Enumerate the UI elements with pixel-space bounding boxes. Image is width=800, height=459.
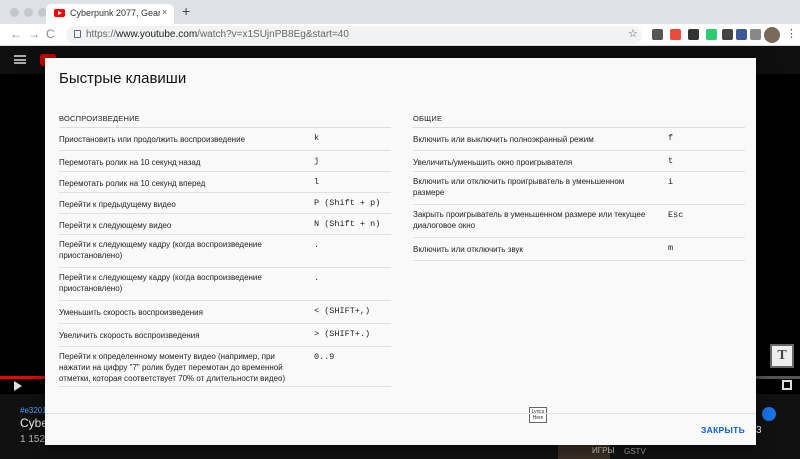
- extension-grey-icon[interactable]: [750, 29, 761, 40]
- shortcut-description: Закрыть проигрыватель в уменьшенном разм…: [413, 210, 646, 230]
- extension-lyrics-icon[interactable]: [736, 29, 747, 40]
- forward-button[interactable]: →: [28, 27, 40, 41]
- playback-column: Воспроизведение Приостановить или продол…: [59, 110, 391, 387]
- tab-close-icon[interactable]: ×: [162, 7, 167, 17]
- shortcut-key: Esc: [668, 210, 684, 220]
- shortcut-key: P (Shift + p): [314, 198, 381, 208]
- shortcut-key: .: [314, 240, 320, 250]
- shortcut-description: Перейти к предыдущему видео: [59, 200, 176, 209]
- browser-tab[interactable]: Cyberpunk 2077, Gears 5, Вер ×: [46, 4, 174, 24]
- hamburger-menu-icon[interactable]: [14, 55, 26, 64]
- fullscreen-icon[interactable]: [782, 380, 792, 390]
- video-views: 1 152: [20, 434, 46, 445]
- lyrics-here-badge[interactable]: Lyrics Here: [529, 407, 547, 423]
- notification-dot[interactable]: [762, 407, 776, 421]
- window-minimize-dot[interactable]: [24, 8, 33, 17]
- shortcut-row: Увеличить скорость воспроизведения > (SHI…: [59, 324, 391, 347]
- dialog-title: Быстрые клавиши: [59, 70, 187, 87]
- shortcut-description: Включить или выключить полноэкранный реж…: [413, 135, 594, 144]
- shortcut-row: Увеличить/уменьшить окно проигрывателя t: [413, 151, 745, 172]
- shortcut-description: Увеличить/уменьшить окно проигрывателя: [413, 158, 573, 167]
- shortcut-row: Перейти к предыдущему видео P (Shift + p): [59, 193, 391, 214]
- keyboard-shortcuts-dialog: Быстрые клавиши Воспроизведение Приостан…: [45, 58, 756, 445]
- browser-menu-icon[interactable]: ⋮: [786, 27, 797, 40]
- shortcut-row: Перемотать ролик на 10 секунд вперед l: [59, 172, 391, 193]
- shortcut-description: Увеличить скорость воспроизведения: [59, 331, 200, 340]
- shortcut-row: Включить или выключить полноэкранный реж…: [413, 128, 745, 151]
- video-hashtag[interactable]: #e3201: [20, 406, 47, 415]
- shortcut-key: < (SHIFT+,): [314, 306, 371, 316]
- shortcut-row: Уменьшить скорость воспроизведения < (SHI…: [59, 301, 391, 324]
- shortcut-row: Включить или отключить проигрыватель в у…: [413, 172, 745, 205]
- channel-name[interactable]: GSTV: [624, 447, 646, 456]
- extension-c-icon[interactable]: [722, 29, 733, 40]
- new-tab-button[interactable]: +: [182, 3, 190, 19]
- t-badge-icon[interactable]: T: [770, 344, 794, 368]
- window-close-dot[interactable]: [10, 8, 19, 17]
- shortcut-key: i: [668, 177, 674, 187]
- video-progress-fill: [0, 376, 48, 379]
- shortcut-key: N (Shift + n): [314, 219, 381, 229]
- shortcut-row: Перейти к следующему кадру (когда воспро…: [59, 235, 391, 268]
- thumbnail-text: ИГРЫ: [592, 446, 615, 455]
- shortcut-key: m: [668, 243, 674, 253]
- youtube-favicon-icon: [54, 9, 65, 17]
- shortcut-description: Включить или отключить звук: [413, 245, 523, 254]
- shortcut-row: Включить или отключить звук m: [413, 238, 745, 261]
- shortcut-key: k: [314, 133, 320, 143]
- tab-title: Cyberpunk 2077, Gears 5, Вер: [70, 8, 160, 18]
- shortcut-description: Перемотать ролик на 10 секунд назад: [59, 158, 201, 167]
- shortcut-description: Перейти к следующему кадру (когда воспро…: [59, 240, 262, 260]
- bookmark-star-icon[interactable]: ☆: [628, 27, 638, 40]
- extension-dark-icon[interactable]: [688, 29, 699, 40]
- browser-toolbar: ← → C https://www.youtube.com/watch?v=x1…: [0, 24, 800, 46]
- playback-header: Воспроизведение: [59, 110, 391, 128]
- shortcut-row: Приостановить или продолжить воспроизвед…: [59, 128, 391, 151]
- shortcut-row: Перемотать ролик на 10 секунд назад j: [59, 151, 391, 172]
- address-bar[interactable]: https://www.youtube.com/watch?v=x1SUjnPB…: [66, 26, 642, 44]
- shortcut-key: .: [314, 273, 320, 283]
- shortcut-description: Приостановить или продолжить воспроизвед…: [59, 135, 246, 144]
- side-number: 3: [756, 425, 762, 436]
- shortcut-key: f: [668, 133, 674, 143]
- shortcut-row: Закрыть проигрыватель в уменьшенном разм…: [413, 205, 745, 238]
- shortcut-key: j: [314, 156, 320, 166]
- shortcut-key: l: [314, 177, 320, 187]
- back-button[interactable]: ←: [10, 27, 22, 41]
- shortcut-row: Перейти к следующему видео N (Shift + n): [59, 214, 391, 235]
- extension-pocket-icon[interactable]: [652, 29, 663, 40]
- extension-red-icon[interactable]: [670, 29, 681, 40]
- dialog-divider: [45, 413, 756, 414]
- browser-tab-bar: Cyberpunk 2077, Gears 5, Вер × +: [0, 0, 800, 24]
- general-column: Общие Включить или выключить полноэкранн…: [413, 110, 745, 261]
- play-icon[interactable]: [14, 381, 22, 391]
- shortcut-row: Перейти к следующему кадру (когда воспро…: [59, 268, 391, 301]
- shortcut-description: Перемотать ролик на 10 секунд вперед: [59, 179, 206, 188]
- url-text: https://www.youtube.com/watch?v=x1SUjnPB…: [86, 29, 349, 40]
- close-button[interactable]: ЗАКРЫТЬ: [701, 425, 745, 435]
- shortcut-key: 0..9: [314, 352, 335, 362]
- extension-green-icon[interactable]: [706, 29, 717, 40]
- general-header: Общие: [413, 110, 745, 128]
- shortcut-row: Перейти к определенному моменту видео (н…: [59, 347, 391, 387]
- lock-icon: [74, 30, 81, 38]
- reload-button[interactable]: C: [46, 27, 55, 41]
- shortcut-description: Включить или отключить проигрыватель в у…: [413, 177, 625, 197]
- shortcut-description: Перейти к следующему кадру (когда воспро…: [59, 273, 262, 293]
- shortcut-description: Перейти к определенному моменту видео (н…: [59, 352, 286, 383]
- profile-avatar[interactable]: [764, 27, 780, 43]
- shortcut-key: > (SHIFT+.): [314, 329, 371, 339]
- shortcut-description: Уменьшить скорость воспроизведения: [59, 308, 203, 317]
- shortcut-description: Перейти к следующему видео: [59, 221, 172, 230]
- shortcut-key: t: [668, 156, 674, 166]
